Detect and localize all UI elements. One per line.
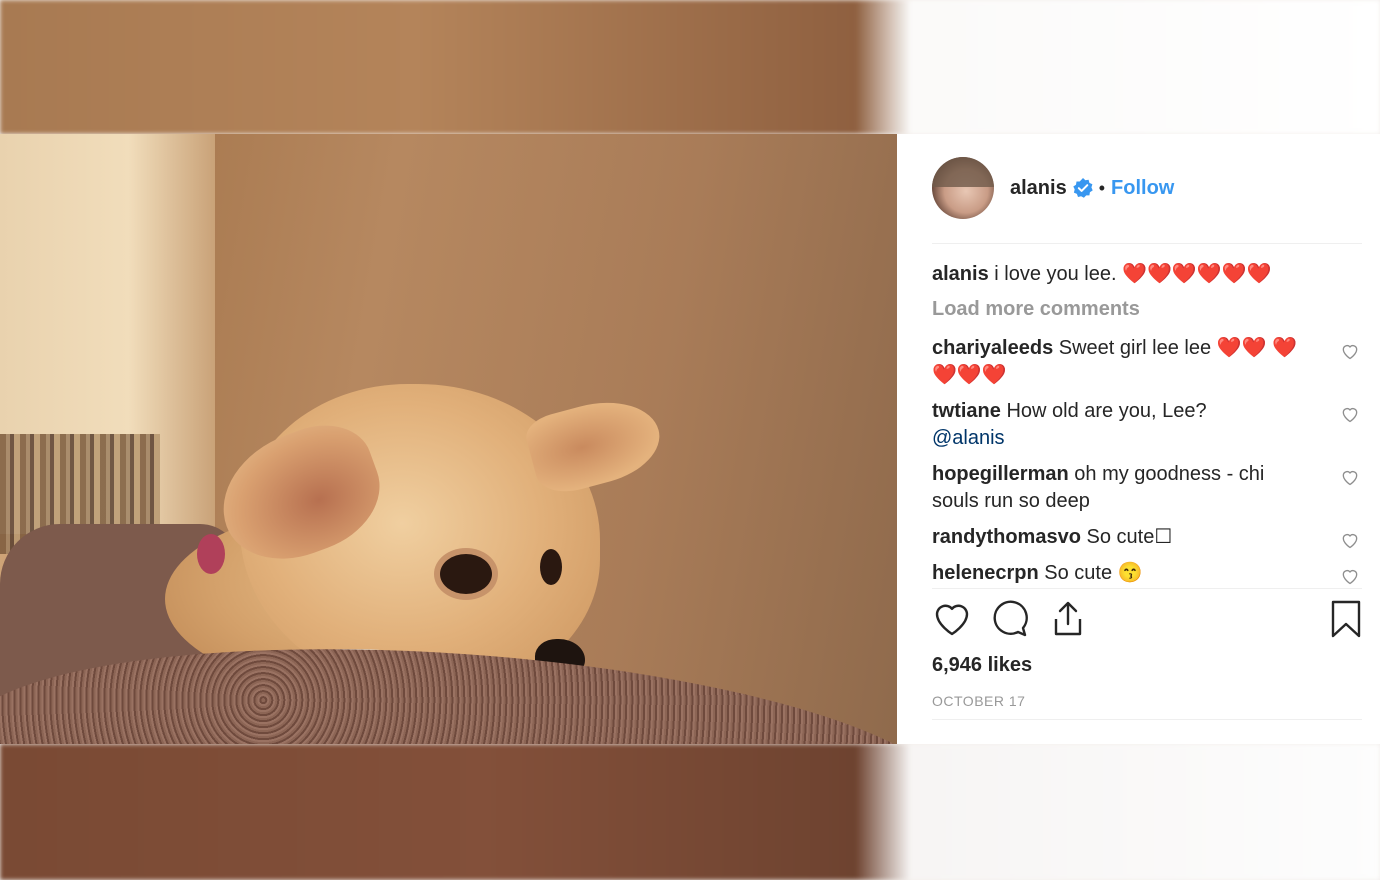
- follow-button[interactable]: Follow: [1111, 177, 1174, 200]
- comment-like-heart-icon[interactable]: [1340, 467, 1360, 487]
- blurred-backdrop-top: [0, 0, 1380, 134]
- caption-text: i love you lee. ❤️❤️❤️❤️❤️❤️: [988, 263, 1272, 285]
- header-divider: [932, 243, 1362, 244]
- post-side-panel: alanis • Follow alanis i love you lee. ❤…: [897, 134, 1380, 744]
- comment-username[interactable]: randythomasvo: [932, 526, 1081, 548]
- comment-like-heart-icon[interactable]: [1340, 530, 1360, 550]
- avatar-hair: [932, 157, 994, 187]
- list-item: twtiane How old are you, Lee? @alanis: [932, 398, 1362, 452]
- comment-username[interactable]: chariyaleeds: [932, 337, 1053, 359]
- dog-ear-right: [521, 388, 669, 500]
- comments-list[interactable]: alanis i love you lee. ❤️❤️❤️❤️❤️❤️ Load…: [932, 260, 1362, 588]
- list-item: helenecrpn So cute 😙: [932, 560, 1362, 587]
- bookmark-icon[interactable]: [1326, 599, 1366, 639]
- load-more-comments-button[interactable]: Load more comments: [932, 298, 1362, 321]
- list-item: hopegillerman oh my goodness - chi souls…: [932, 461, 1362, 515]
- heart-icon[interactable]: [932, 599, 972, 639]
- comment-icon[interactable]: [990, 599, 1030, 639]
- comment-like-heart-icon[interactable]: [1340, 341, 1360, 361]
- avatar[interactable]: [932, 157, 994, 219]
- list-item: randythomasvo So cute☐: [932, 524, 1362, 551]
- caption-username[interactable]: alanis: [932, 263, 989, 285]
- comment-mention-link[interactable]: @alanis: [932, 427, 1005, 449]
- likes-count[interactable]: 6,946 likes: [932, 654, 1032, 677]
- post-caption: alanis i love you lee. ❤️❤️❤️❤️❤️❤️: [932, 260, 1362, 288]
- list-item: chariyaleeds Sweet girl lee lee ❤️❤️ ❤️❤…: [932, 335, 1362, 389]
- post-username[interactable]: alanis: [1010, 177, 1067, 200]
- post-actions-bar: [932, 599, 1362, 643]
- share-icon[interactable]: [1048, 599, 1088, 639]
- blurred-backdrop-bottom: [0, 744, 1380, 880]
- dog-eye-left: [440, 554, 492, 594]
- verified-badge-icon: [1073, 178, 1093, 198]
- comment-username[interactable]: hopegillerman: [932, 463, 1069, 485]
- comment-username[interactable]: twtiane: [932, 400, 1001, 422]
- bottom-divider: [932, 719, 1362, 720]
- header-separator: •: [1098, 177, 1106, 198]
- post-photo[interactable]: [0, 134, 897, 744]
- dog-eye-right: [540, 549, 562, 585]
- dog-collar-tag: [197, 534, 225, 574]
- comment-text: How old are you, Lee?: [1000, 400, 1207, 422]
- comment-like-heart-icon[interactable]: [1340, 566, 1360, 586]
- comment-username[interactable]: helenecrpn: [932, 562, 1039, 584]
- comment-text: So cute☐: [1080, 526, 1173, 548]
- post-header: alanis • Follow: [932, 156, 1362, 220]
- comment-like-heart-icon[interactable]: [1340, 404, 1360, 424]
- comment-text: So cute 😙: [1038, 562, 1143, 584]
- post-date[interactable]: OCTOBER 17: [932, 693, 1025, 709]
- instagram-post: alanis • Follow alanis i love you lee. ❤…: [0, 134, 1380, 744]
- actions-divider: [932, 588, 1362, 589]
